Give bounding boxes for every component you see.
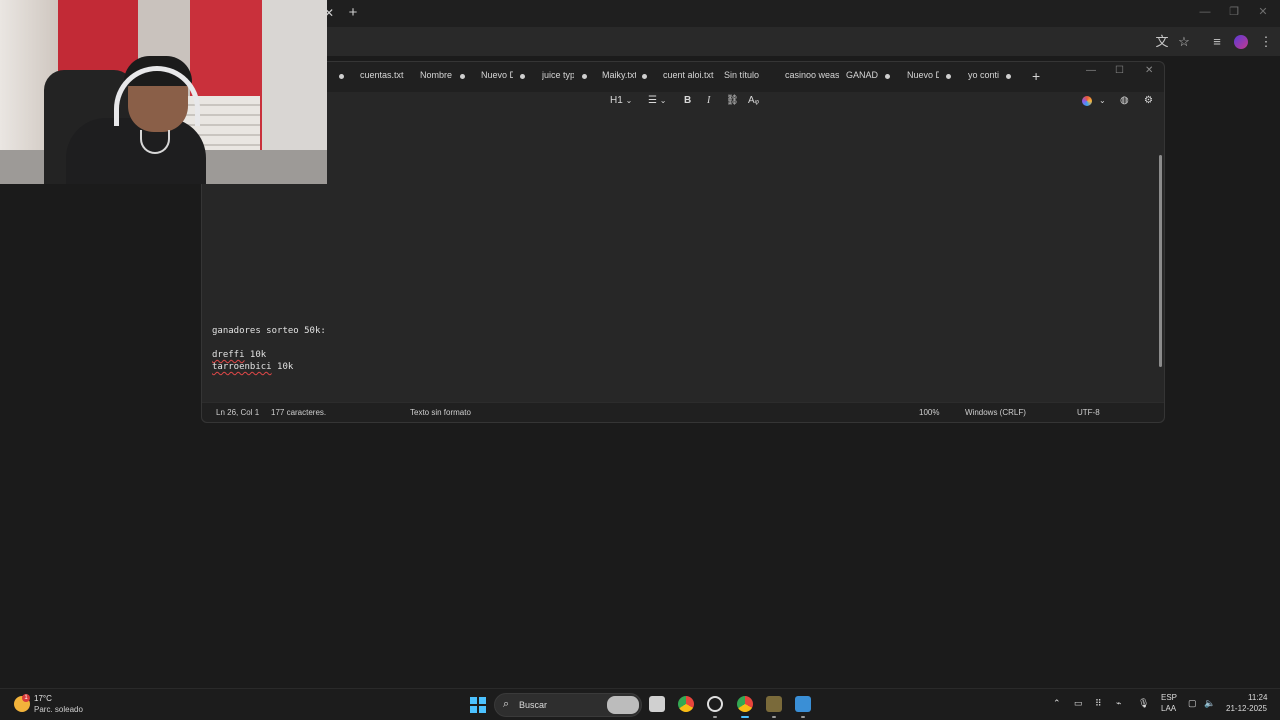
- notepad-app-icon[interactable]: [795, 696, 811, 712]
- tray-overflow-icon[interactable]: ⌃: [1053, 698, 1061, 709]
- heading-label: H1: [610, 95, 623, 106]
- amount-text: 10k: [244, 350, 267, 360]
- start-button[interactable]: [470, 697, 486, 713]
- vertical-scrollbar[interactable]: [1159, 155, 1162, 367]
- copilot-icon[interactable]: [1082, 96, 1092, 106]
- restore-icon[interactable]: ❐: [1227, 5, 1241, 19]
- taskbar-search[interactable]: ⌕ Buscar: [494, 693, 642, 717]
- tab-juice[interactable]: juice typ: [542, 70, 574, 80]
- notepad-minimize-icon[interactable]: —: [1086, 65, 1096, 76]
- language-sub: LAA: [1161, 704, 1177, 713]
- search-label: Buscar: [519, 700, 548, 710]
- line-endings[interactable]: Windows (CRLF): [965, 408, 1026, 417]
- account-icon[interactable]: ◍: [1120, 93, 1129, 109]
- clear-format-icon[interactable]: Aᵩ: [748, 93, 759, 109]
- chrome-active-icon[interactable]: [737, 696, 753, 712]
- profile-avatar[interactable]: [1234, 35, 1248, 49]
- text-line: dreffi 10k: [212, 350, 266, 360]
- display-icon[interactable]: ▢: [1188, 698, 1197, 709]
- tab-ganado[interactable]: GANADO: [846, 70, 878, 80]
- new-tab-button[interactable]: +: [346, 5, 360, 21]
- weather-description[interactable]: Parc. soleado: [34, 705, 83, 714]
- status-bar: Ln 26, Col 1 177 caracteres. Texto sin f…: [202, 402, 1164, 422]
- running-indicator: [713, 716, 717, 718]
- game-launcher-icon[interactable]: [766, 696, 782, 712]
- language-indicator[interactable]: ESP: [1161, 693, 1177, 702]
- list-dropdown[interactable]: ☰ ⌄: [648, 93, 666, 109]
- tab-sin-titulo[interactable]: Sin título: [724, 70, 764, 80]
- italic-button[interactable]: I: [707, 93, 710, 109]
- running-indicator: [801, 716, 805, 718]
- list-icon: ☰: [648, 95, 657, 106]
- notepad-window: cuentas.txt Nombre Nuevo D juice typ Mai…: [201, 61, 1165, 423]
- webcam-overlay: [0, 0, 327, 184]
- link-icon[interactable]: ⛓: [726, 93, 739, 109]
- notepad-toolbar: [202, 92, 1164, 126]
- volume-icon[interactable]: 🔈: [1204, 698, 1215, 709]
- zoom-level[interactable]: 100%: [919, 408, 939, 417]
- char-count: 177 caracteres.: [271, 408, 327, 417]
- tab-modified-dot: [460, 74, 465, 79]
- tab-modified-dot: [946, 74, 951, 79]
- text-editor[interactable]: ganadores sorteo 50k: dreffi 10k tarroen…: [202, 126, 1164, 402]
- settings-gear-icon[interactable]: ⚙: [1144, 93, 1153, 109]
- tray-app-icon[interactable]: ▭: [1074, 698, 1083, 709]
- tab-nuevo-1[interactable]: Nuevo D: [481, 70, 513, 80]
- chevron-down-icon[interactable]: ⌄: [1099, 93, 1106, 109]
- tab-nombre[interactable]: Nombre: [420, 70, 454, 80]
- misspelled-word[interactable]: tarroenbici: [212, 362, 272, 372]
- running-indicator: [772, 716, 776, 718]
- microphone-icon[interactable]: 🎙: [1138, 698, 1149, 709]
- bold-button[interactable]: B: [684, 93, 691, 109]
- tab-casinoo[interactable]: casinoo weas.t: [785, 70, 839, 80]
- notepad-tab-bar: cuentas.txt Nombre Nuevo D juice typ Mai…: [202, 62, 1164, 92]
- more-menu-icon[interactable]: ⋮: [1258, 34, 1274, 50]
- text-line: tarroenbici 10k: [212, 362, 293, 372]
- tab-cuentas[interactable]: cuentas.txt: [360, 70, 410, 80]
- format-mode[interactable]: Texto sin formato: [410, 408, 471, 417]
- clock-time[interactable]: 11:24: [1248, 693, 1267, 702]
- tab-yo-conti[interactable]: yo conti: [968, 70, 1000, 80]
- heading-dropdown[interactable]: H1 ⌄: [610, 93, 632, 109]
- tab-cuent-aloi[interactable]: cuent aloi.txt: [663, 70, 715, 80]
- tab-modified-dot: [582, 74, 587, 79]
- amount-text: 10k: [271, 362, 294, 372]
- tab-modified-dot: [520, 74, 525, 79]
- notepad-maximize-icon[interactable]: ☐: [1115, 65, 1124, 76]
- weather-temperature[interactable]: 17°C: [34, 694, 52, 703]
- tab-nuevo-2[interactable]: Nuevo D: [907, 70, 939, 80]
- translate-icon[interactable]: 文: [1154, 34, 1170, 50]
- notepad-close-icon[interactable]: ✕: [1145, 65, 1153, 76]
- clock-date[interactable]: 21-12-2025: [1226, 704, 1267, 713]
- search-highlight-image: [607, 696, 639, 714]
- media-queue-icon[interactable]: ≡: [1209, 34, 1225, 50]
- add-tab-button[interactable]: +: [1032, 69, 1040, 83]
- task-view-icon[interactable]: [649, 696, 665, 712]
- weather-badge: 1: [22, 694, 30, 702]
- chrome-icon[interactable]: [678, 696, 694, 712]
- tray-grid-icon[interactable]: ⠿: [1095, 698, 1102, 709]
- bookmark-star-icon[interactable]: ☆: [1176, 34, 1192, 50]
- minimize-icon[interactable]: —: [1198, 5, 1212, 19]
- active-indicator: [741, 716, 749, 718]
- tab-modified-dot: [1006, 74, 1011, 79]
- tab-maiky[interactable]: Maiky.txt: [602, 70, 636, 80]
- tab-modified-dot: [885, 74, 890, 79]
- encoding[interactable]: UTF-8: [1077, 408, 1100, 417]
- close-window-icon[interactable]: ✕: [1256, 5, 1270, 19]
- obs-icon[interactable]: [707, 696, 723, 712]
- chevron-down-icon: ⌄: [659, 96, 667, 105]
- tray-network-icon[interactable]: ⌁: [1116, 698, 1121, 709]
- search-icon: ⌕: [503, 698, 510, 710]
- tab-modified-dot: [339, 74, 344, 79]
- cursor-position: Ln 26, Col 1: [216, 408, 260, 417]
- misspelled-word[interactable]: dreffi: [212, 350, 245, 360]
- chevron-down-icon: ⌄: [625, 96, 633, 105]
- taskbar: 1 17°C Parc. soleado ⌕ Buscar ⌃ ▭ ⠿ ⌁ 🎙 …: [0, 688, 1280, 720]
- tab-modified-dot: [642, 74, 647, 79]
- text-line: ganadores sorteo 50k:: [212, 326, 326, 336]
